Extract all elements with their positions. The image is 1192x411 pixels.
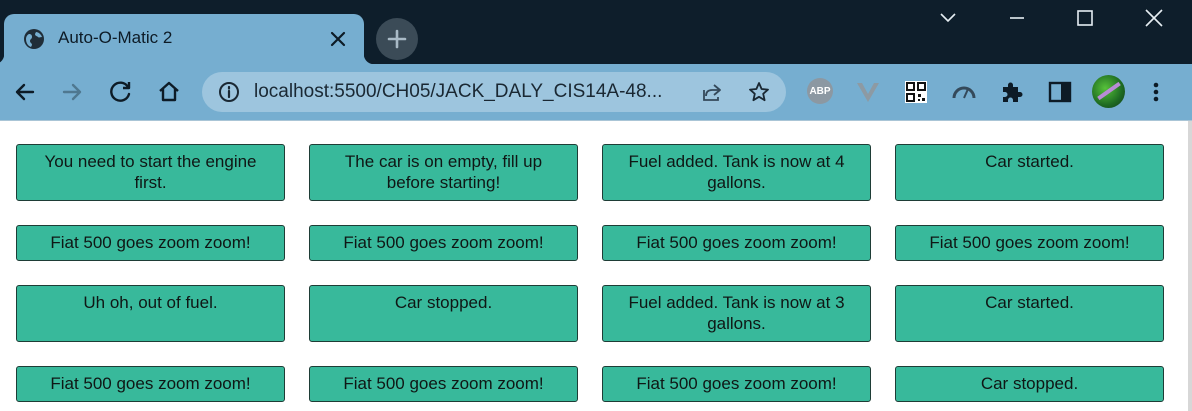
- message-box: The car is on empty, fill up before star…: [309, 144, 578, 201]
- message-box: Fiat 500 goes zoom zoom!: [16, 366, 285, 402]
- message-box: Uh oh, out of fuel.: [16, 285, 285, 342]
- share-icon[interactable]: [700, 80, 724, 104]
- message-box: Fiat 500 goes zoom zoom!: [309, 225, 578, 261]
- message-box: Car started.: [895, 144, 1164, 201]
- title-bar: Auto-O-Matic 2: [0, 0, 1192, 64]
- address-bar[interactable]: localhost:5500/CH05/JACK_DALY_CIS14A-48.…: [202, 72, 786, 112]
- window-close-icon[interactable]: [1142, 6, 1166, 30]
- message-box: Car stopped.: [895, 366, 1164, 402]
- new-tab-button[interactable]: [376, 18, 418, 60]
- adblock-plus-icon[interactable]: ABP: [807, 78, 833, 104]
- message-box: Fiat 500 goes zoom zoom!: [602, 225, 871, 261]
- vimium-icon[interactable]: [854, 78, 882, 106]
- profile-avatar[interactable]: [1092, 75, 1125, 108]
- message-box: Fiat 500 goes zoom zoom!: [602, 366, 871, 402]
- side-panel-icon[interactable]: [1046, 78, 1074, 106]
- url-text[interactable]: localhost:5500/CH05/JACK_DALY_CIS14A-48.…: [254, 81, 684, 103]
- puzzle-icon[interactable]: [998, 78, 1026, 106]
- browser-tab[interactable]: Auto-O-Matic 2: [0, 14, 374, 64]
- globe-icon: [24, 29, 44, 49]
- bookmark-star-icon[interactable]: [747, 80, 771, 104]
- message-box: Fiat 500 goes zoom zoom!: [16, 225, 285, 261]
- chevron-down-icon[interactable]: [936, 6, 960, 30]
- message-box: Fiat 500 goes zoom zoom!: [309, 366, 578, 402]
- message-box: You need to start the engine first.: [16, 144, 285, 201]
- back-arrow-icon[interactable]: [11, 78, 39, 106]
- speedometer-icon[interactable]: [950, 78, 978, 106]
- qr-code-icon[interactable]: [902, 78, 930, 106]
- message-box: Fuel added. Tank is now at 4 gallons.: [602, 144, 871, 201]
- info-icon[interactable]: [217, 80, 241, 104]
- content-divider: [0, 120, 1192, 121]
- plus-icon: [387, 29, 407, 49]
- message-box: Car started.: [895, 285, 1164, 342]
- maximize-icon[interactable]: [1073, 6, 1097, 30]
- page-scrollbar[interactable]: [1188, 121, 1192, 411]
- kebab-menu-icon[interactable]: [1142, 78, 1170, 106]
- minimize-icon[interactable]: [1005, 6, 1029, 30]
- message-box: Car stopped.: [309, 285, 578, 342]
- home-icon[interactable]: [155, 78, 183, 106]
- reload-icon[interactable]: [107, 78, 135, 106]
- close-icon[interactable]: [328, 29, 348, 49]
- forward-arrow-icon[interactable]: [58, 78, 86, 106]
- browser-toolbar: localhost:5500/CH05/JACK_DALY_CIS14A-48.…: [0, 64, 1192, 120]
- tab-title: Auto-O-Matic 2: [58, 28, 173, 47]
- message-box: Fiat 500 goes zoom zoom!: [895, 225, 1164, 261]
- message-box: Fuel added. Tank is now at 3 gallons.: [602, 285, 871, 342]
